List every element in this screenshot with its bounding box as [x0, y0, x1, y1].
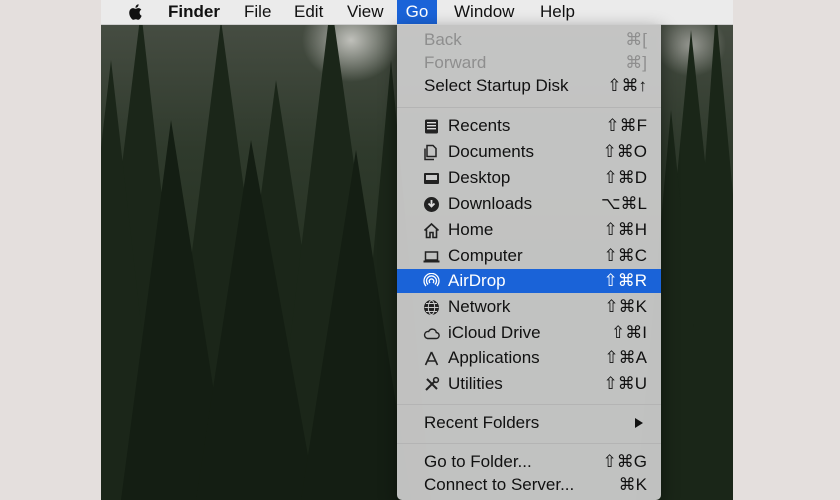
menu-item-desktop[interactable]: Desktop ⇧⌘D — [397, 166, 661, 190]
submenu-arrow-icon — [635, 418, 643, 428]
documents-icon — [424, 144, 437, 161]
menu-item-label: Computer — [448, 246, 523, 265]
shortcut-label: ⇧⌘R — [603, 271, 647, 290]
menu-item-go-to-folder[interactable]: Go to Folder... ⇧⌘G — [397, 450, 661, 474]
shortcut-label: ⇧⌘D — [603, 168, 647, 187]
menu-item-label: AirDrop — [448, 271, 506, 290]
menu-item-recent-folders[interactable]: Recent Folders — [397, 411, 661, 435]
menubar-window[interactable]: Window — [454, 0, 514, 24]
desktop-icon — [424, 173, 439, 184]
shortcut-label: ⇧⌘↑ — [607, 76, 647, 95]
menu-item-connect-to-server[interactable]: Connect to Server... ⌘K — [397, 473, 661, 497]
menubar-finder[interactable]: Finder — [168, 0, 220, 24]
shortcut-label: ⇧⌘G — [602, 452, 647, 471]
menu-item-applications[interactable]: Applications ⇧⌘A — [397, 346, 661, 370]
menu-item-label: Forward — [424, 53, 487, 72]
menu-item-label: Recent Folders — [424, 413, 540, 432]
menubar-view[interactable]: View — [347, 0, 384, 24]
menu-item-label: Network — [448, 297, 511, 316]
menu-item-label: Select Startup Disk — [424, 76, 569, 95]
home-icon — [423, 222, 440, 239]
menu-item-icloud-drive[interactable]: iCloud Drive ⇧⌘I — [397, 321, 661, 345]
menu-item-recents[interactable]: Recents ⇧⌘F — [397, 114, 661, 138]
menu-item-downloads[interactable]: Downloads ⌥⌘L — [397, 192, 661, 216]
shortcut-label: ⇧⌘C — [603, 246, 647, 265]
menu-item-computer[interactable]: Computer ⇧⌘C — [397, 244, 661, 268]
shortcut-label: ⇧⌘O — [602, 142, 647, 161]
go-menu-dropdown: Back ⌘[ Forward ⌘] Select Startup Disk ⇧… — [397, 24, 661, 500]
shortcut-label: ⇧⌘F — [605, 116, 647, 135]
menu-item-select-startup-disk[interactable]: Select Startup Disk ⇧⌘↑ — [397, 74, 661, 98]
shortcut-label: ⇧⌘U — [603, 374, 647, 393]
recents-icon — [425, 119, 438, 134]
icloud-icon — [423, 328, 440, 340]
menu-item-label: Utilities — [448, 374, 503, 393]
menu-item-label: Back — [424, 30, 462, 49]
menu-item-documents[interactable]: Documents ⇧⌘O — [397, 140, 661, 164]
menu-item-home[interactable]: Home ⇧⌘H — [397, 218, 661, 242]
apple-logo-icon[interactable] — [126, 2, 146, 22]
menu-item-label: Recents — [448, 116, 511, 135]
menu-separator — [397, 443, 661, 444]
downloads-icon — [424, 197, 439, 212]
menu-item-utilities[interactable]: Utilities ⇧⌘U — [397, 372, 661, 396]
network-icon — [424, 300, 439, 315]
menu-item-label: Applications — [448, 348, 540, 367]
menu-item-label: Home — [448, 220, 494, 239]
applications-icon — [424, 351, 439, 366]
desktop-screen: Finder File Edit View Go Window Help Bac… — [101, 0, 733, 500]
menu-item-label: Desktop — [448, 168, 511, 187]
menu-separator — [397, 107, 661, 108]
shortcut-label: ⇧⌘H — [603, 220, 647, 239]
menubar-help[interactable]: Help — [540, 0, 575, 24]
shortcut-label: ⌥⌘L — [600, 194, 647, 213]
shortcut-label: ⌘K — [618, 475, 647, 494]
menu-bar: Finder File Edit View Go Window Help — [101, 0, 733, 25]
menu-item-label: Downloads — [448, 194, 533, 213]
menu-item-airdrop[interactable]: AirDrop ⇧⌘R — [397, 269, 661, 293]
shortcut-label: ⇧⌘A — [604, 348, 647, 367]
menu-item-forward: Forward ⌘] — [397, 51, 661, 75]
shortcut-label: ⇧⌘K — [604, 297, 647, 316]
menu-item-network[interactable]: Network ⇧⌘K — [397, 295, 661, 319]
menu-separator — [397, 404, 661, 405]
menu-item-label: iCloud Drive — [448, 323, 541, 342]
menu-item-label: Connect to Server... — [424, 475, 575, 494]
menubar-go[interactable]: Go — [397, 0, 437, 24]
shortcut-label: ⌘[ — [625, 30, 647, 49]
shortcut-label: ⇧⌘I — [611, 323, 647, 342]
menubar-edit[interactable]: Edit — [294, 0, 323, 24]
menu-item-label: Documents — [448, 142, 534, 161]
menubar-file[interactable]: File — [244, 0, 271, 24]
menu-item-back: Back ⌘[ — [397, 28, 661, 52]
computer-icon — [423, 251, 440, 263]
menu-item-label: Go to Folder... — [424, 452, 532, 471]
utilities-icon — [425, 376, 440, 391]
airdrop-icon — [423, 273, 440, 287]
shortcut-label: ⌘] — [625, 53, 647, 72]
